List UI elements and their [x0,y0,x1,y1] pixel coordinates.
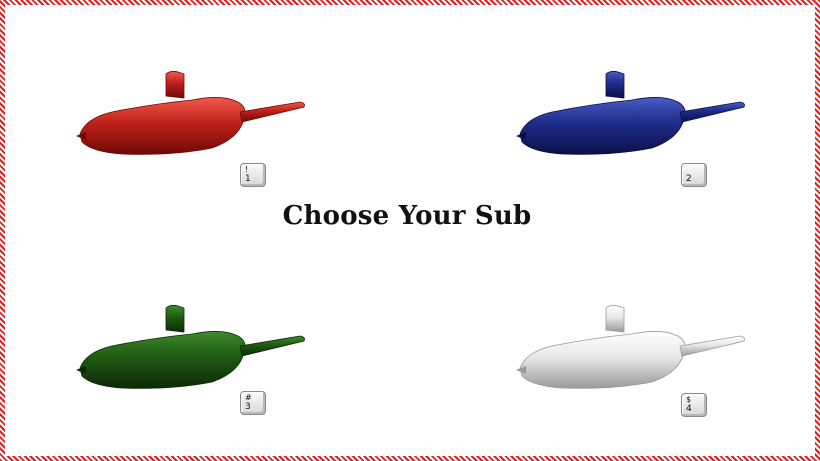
sub-option-4[interactable] [512,300,747,400]
green-submarine-icon [76,304,305,389]
key-1-top: ! [245,165,249,174]
red-submarine-icon [76,70,305,155]
key-4-label: 4 [686,404,692,414]
key-3-button[interactable]: # 3 [240,391,266,415]
key-2-button[interactable]: 2 [681,163,707,187]
sub-option-2[interactable] [512,66,747,166]
key-3-label: 3 [245,402,251,412]
page-title: Choose Your Sub [282,201,532,231]
key-1-button[interactable]: ! 1 [240,163,266,187]
key-1-label: 1 [245,174,251,184]
blue-submarine-icon [516,70,745,155]
white-submarine-icon [516,304,745,389]
sub-option-1[interactable] [72,66,307,166]
key-2-label: 2 [686,174,692,184]
key-3-top: # [245,393,252,402]
key-4-top: $ [686,395,692,404]
key-4-button[interactable]: $ 4 [681,393,707,417]
sub-option-3[interactable] [72,300,307,400]
